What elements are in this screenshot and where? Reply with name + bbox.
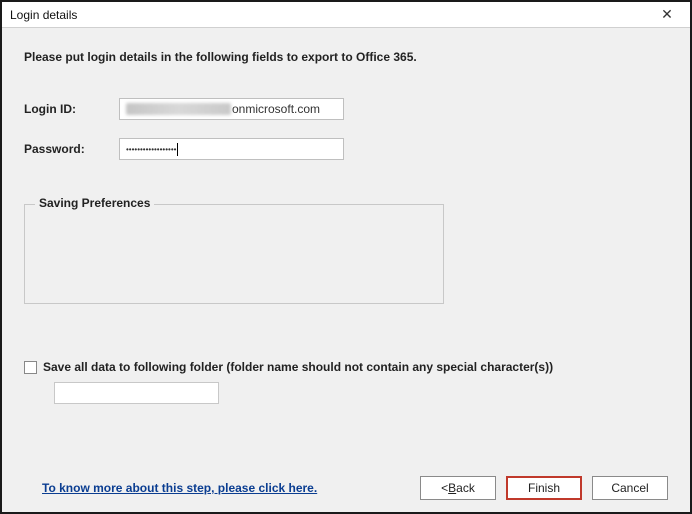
saving-preferences-legend: Saving Preferences: [35, 196, 154, 210]
back-text: ack: [456, 481, 475, 495]
help-link[interactable]: To know more about this step, please cli…: [42, 481, 317, 495]
login-details-dialog: Login details ✕ Please put login details…: [0, 0, 692, 514]
content-area: Please put login details in the followin…: [2, 28, 690, 472]
save-folder-checkbox[interactable]: [24, 361, 37, 374]
saving-preferences-group: Saving Preferences: [24, 204, 444, 304]
titlebar: Login details ✕: [2, 2, 690, 28]
back-prefix: <: [441, 481, 448, 495]
window-title: Login details: [10, 8, 77, 22]
password-row: Password: ••••••••••••••••••: [24, 138, 668, 160]
login-id-input[interactable]: onmicrosoft.com: [119, 98, 344, 120]
finish-button[interactable]: Finish: [506, 476, 582, 500]
password-mask: ••••••••••••••••••: [126, 145, 176, 154]
back-button[interactable]: < Back: [420, 476, 496, 500]
folder-name-input[interactable]: [54, 382, 219, 404]
footer: To know more about this step, please cli…: [2, 472, 690, 512]
text-cursor: [177, 143, 178, 156]
login-id-row: Login ID: onmicrosoft.com: [24, 98, 668, 120]
password-input[interactable]: ••••••••••••••••••: [119, 138, 344, 160]
login-id-suffix: onmicrosoft.com: [232, 102, 320, 116]
instruction-text: Please put login details in the followin…: [24, 50, 668, 64]
close-icon[interactable]: ✕: [652, 6, 682, 23]
save-folder-row: Save all data to following folder (folde…: [24, 360, 668, 374]
password-label: Password:: [24, 142, 119, 156]
button-row: < Back Finish Cancel: [420, 476, 668, 500]
login-id-redacted: [126, 103, 231, 115]
cancel-button[interactable]: Cancel: [592, 476, 668, 500]
save-folder-label: Save all data to following folder (folde…: [43, 360, 553, 374]
login-id-label: Login ID:: [24, 102, 119, 116]
